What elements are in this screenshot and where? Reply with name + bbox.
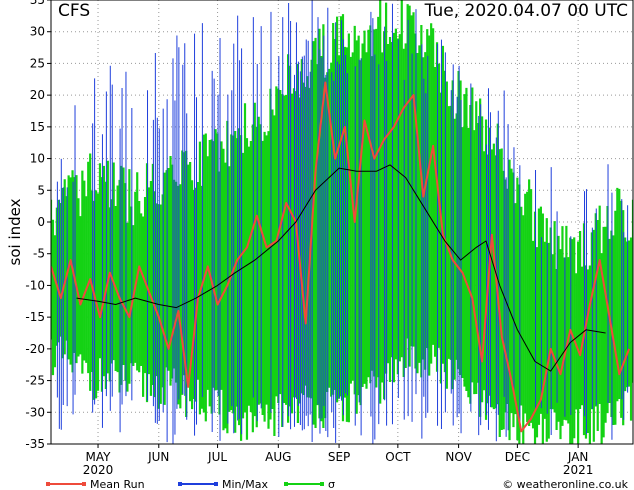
y-tick-label: -15	[25, 310, 45, 324]
legend-marker	[178, 482, 182, 486]
x-tick-label: DEC	[505, 450, 530, 464]
x-tick-label: OCT	[385, 450, 411, 464]
y-tick-label: 0	[37, 215, 45, 229]
y-tick-label: 10	[30, 152, 45, 166]
legend-marker	[284, 482, 288, 486]
y-tick-label: 25	[30, 56, 45, 70]
y-tick-label: -35	[25, 437, 45, 451]
y-tick-label: -25	[25, 374, 45, 388]
x-tick-label: JUN	[147, 450, 169, 464]
run-time-label: Tue, 2020.04.07 00 UTC	[424, 1, 628, 21]
x-tick-label: JAN	[567, 450, 589, 464]
legend-marker	[46, 482, 50, 486]
soi-chart: -35-30-25-20-15-10-505101520253035MAY202…	[0, 0, 634, 490]
y-tick-label: 15	[30, 120, 45, 134]
x-tick-label: SEP	[328, 450, 350, 464]
y-tick-label: 5	[37, 183, 45, 197]
legend-marker	[320, 482, 324, 486]
y-tick-label: -30	[25, 405, 45, 419]
x-tick-label: JUL	[207, 450, 227, 464]
legend-label-minmax: Min/Max	[222, 478, 268, 490]
model-label: CFS	[58, 1, 90, 21]
y-tick-label: 35	[30, 0, 45, 7]
y-axis-label: soi index	[6, 198, 24, 265]
legend-marker	[82, 482, 86, 486]
x-year-label: 2021	[563, 463, 594, 477]
x-tick-label: AUG	[265, 450, 291, 464]
x-tick-label: MAY	[86, 450, 112, 464]
y-tick-label: -10	[25, 278, 45, 292]
legend-marker	[214, 482, 218, 486]
y-tick-label: 20	[30, 88, 45, 102]
legend-label-sigma: σ	[328, 478, 335, 490]
credit-text: © weatheronline.co.uk	[502, 478, 628, 490]
y-tick-label: 30	[30, 25, 45, 39]
y-tick-label: -5	[33, 247, 45, 261]
y-tick-label: -20	[25, 342, 45, 356]
x-year-label: 2020	[83, 463, 114, 477]
x-tick-label: NOV	[445, 450, 472, 464]
legend-label-mean: Mean Run	[90, 478, 145, 490]
